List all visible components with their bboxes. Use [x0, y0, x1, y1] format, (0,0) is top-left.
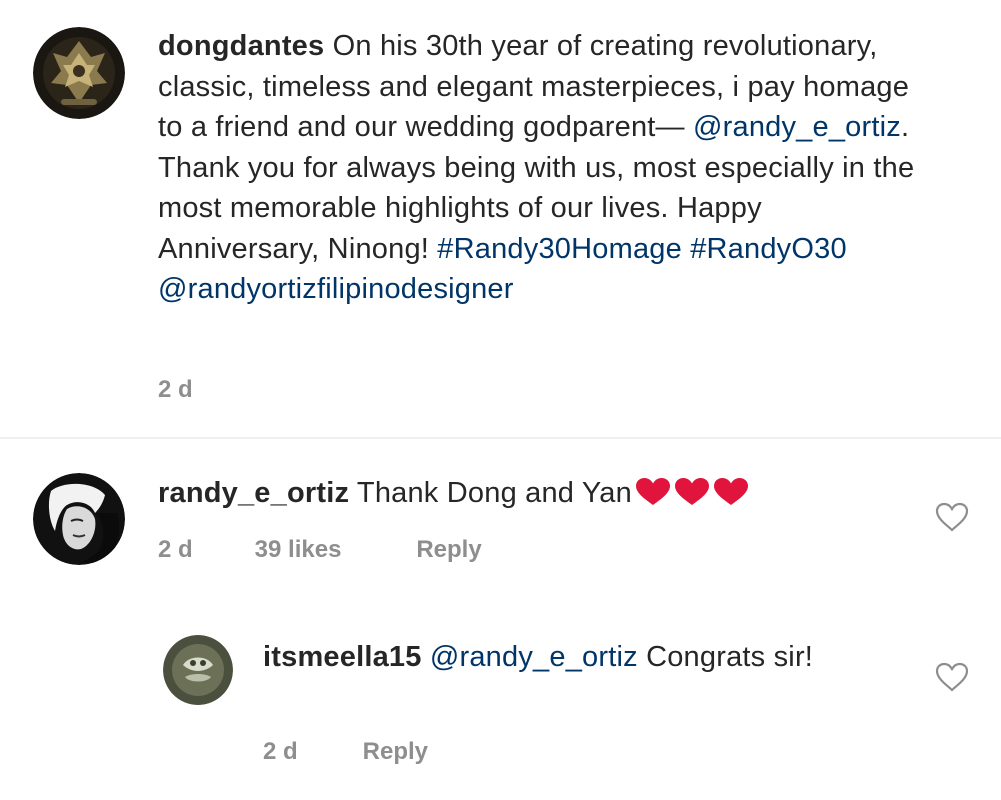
comment-body: On his 30th year of creating revolutiona… [158, 30, 914, 305]
username-randy-e-ortiz[interactable]: randy_e_ortiz [158, 477, 349, 509]
red-heart-emoji-icon [713, 478, 748, 506]
comment-body: Thank Dong and Yan [356, 477, 632, 509]
mention-link[interactable]: @randy_e_ortiz [693, 111, 901, 143]
comment-meta: 2 d 39 likes Reply [158, 536, 482, 564]
divider [0, 437, 1001, 439]
comment-body: Congrats sir! [646, 641, 814, 673]
like-heart-icon[interactable] [934, 501, 970, 533]
red-heart-emoji-icon [674, 478, 709, 506]
photo-avatar-image [163, 635, 233, 705]
mention-link[interactable]: @randy_e_ortiz [430, 641, 638, 673]
red-heart-emoji-group [634, 474, 751, 515]
username-itsmeella15[interactable]: itsmeella15 [263, 641, 422, 673]
comment-text-randy: randy_e_ortiz Thank Dong and Yan [158, 473, 878, 515]
like-heart-icon[interactable] [934, 661, 970, 693]
timestamp: 2 d [158, 376, 193, 403]
likes-count[interactable]: 39 likes [255, 536, 410, 564]
red-heart-emoji-icon [635, 478, 670, 506]
comment-text-segment [682, 233, 690, 265]
username-dongdantes[interactable]: dongdantes [158, 30, 324, 62]
comments-section: dongdantes On his 30th year of creating … [0, 0, 1001, 800]
comment-meta: 2 d Reply [263, 738, 428, 766]
avatar-itsmeella15[interactable] [163, 635, 233, 705]
emblem-avatar-image [33, 27, 125, 119]
avatar-randy-e-ortiz[interactable] [33, 473, 125, 565]
mention-link[interactable]: @randyortizfilipinodesigner [158, 273, 514, 305]
portrait-avatar-image [33, 473, 125, 565]
comment-text-dongdantes: dongdantes On his 30th year of creating … [158, 26, 918, 310]
reply-button[interactable]: Reply [416, 536, 481, 564]
comment-meta: 2 d [158, 376, 193, 404]
comment-text-itsmeella15: itsmeella15 @randy_e_ortiz Congrats sir! [263, 637, 903, 678]
hashtag-link[interactable]: #RandyO30 [690, 233, 847, 265]
reply-button[interactable]: Reply [363, 738, 428, 766]
timestamp: 2 d [263, 738, 298, 765]
timestamp: 2 d [158, 536, 193, 563]
avatar-dongdantes[interactable] [33, 27, 125, 119]
hashtag-link[interactable]: #Randy30Homage [437, 233, 682, 265]
